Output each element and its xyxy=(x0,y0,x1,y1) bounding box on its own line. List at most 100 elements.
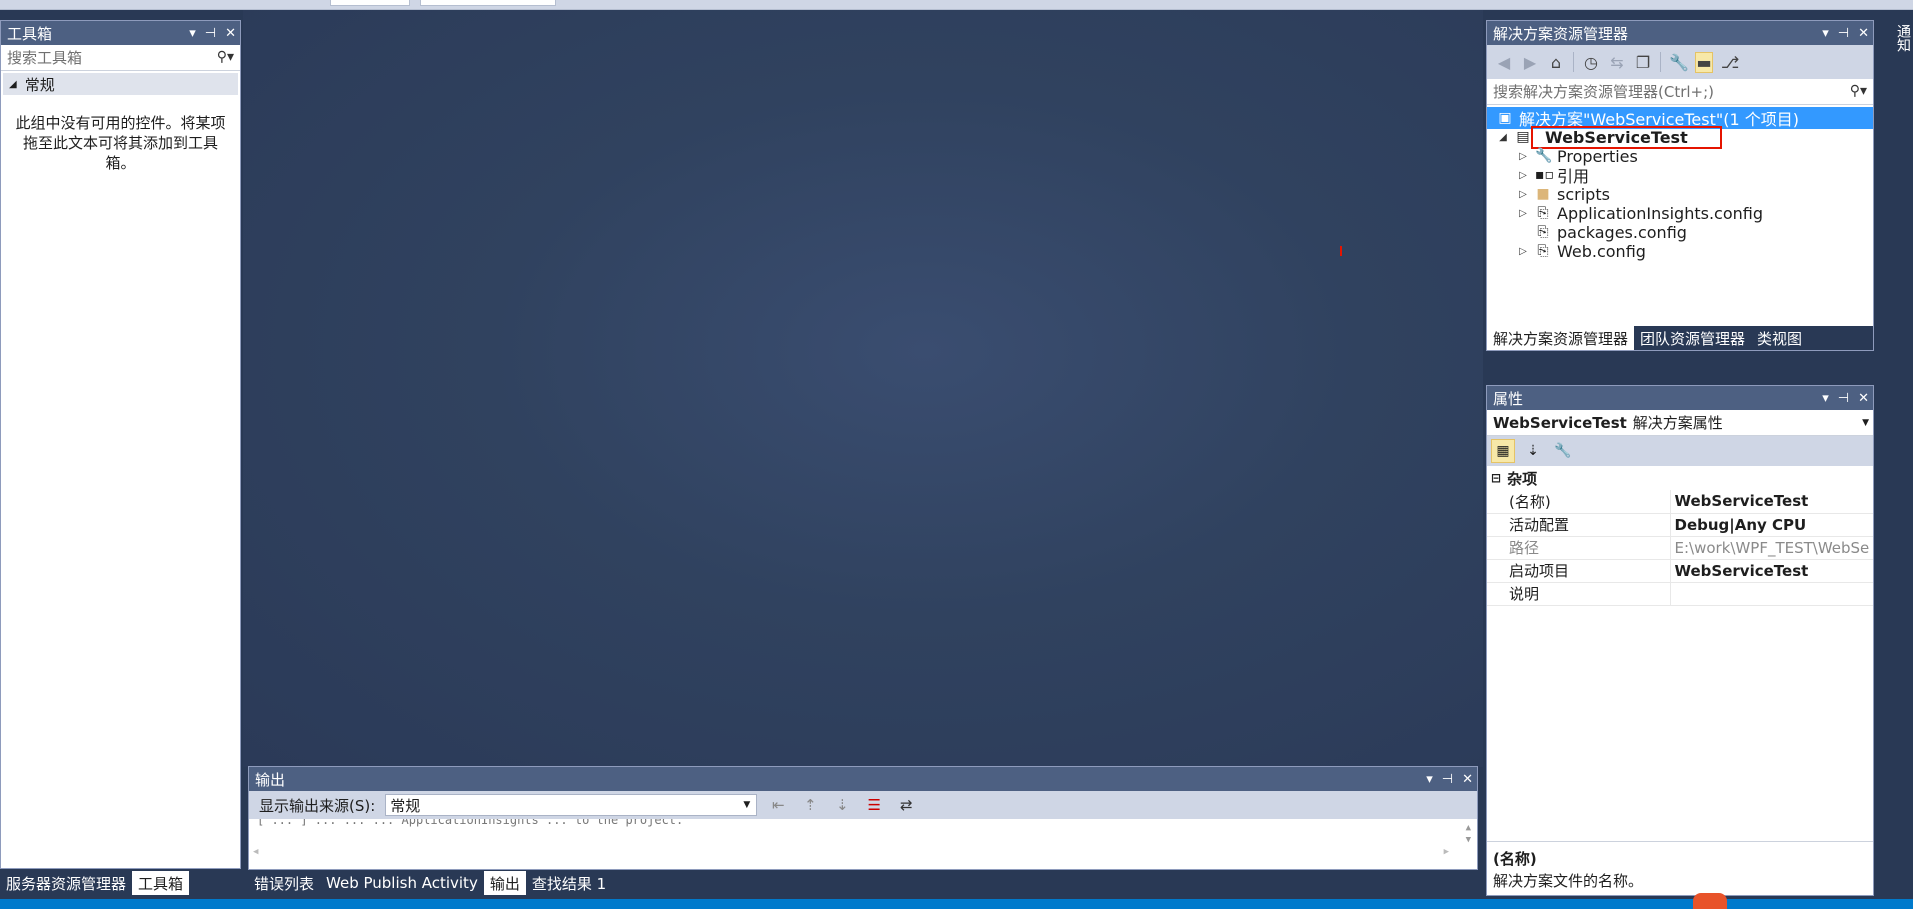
tab-error-list[interactable]: 错误列表 xyxy=(248,871,320,895)
object-selector-dropdown[interactable]: WebServiceTest 解决方案属性 ▼ xyxy=(1487,410,1873,436)
property-row[interactable]: (名称) WebServiceTest xyxy=(1487,490,1873,514)
toolbox-search-input[interactable]: 搜索工具箱 ⚲▾ xyxy=(1,45,240,71)
preview-icon[interactable]: ▬ xyxy=(1695,51,1713,73)
tab-team-explorer[interactable]: 团队资源管理器 xyxy=(1634,326,1751,350)
tab-class-view[interactable]: 类视图 xyxy=(1751,326,1808,350)
collapsed-arrow-icon[interactable]: ▷ xyxy=(1517,189,1529,200)
dropdown-arrow-icon[interactable]: ▾ xyxy=(189,26,196,41)
solution-config-dropdown[interactable] xyxy=(330,0,410,6)
categorized-icon[interactable]: ▦ xyxy=(1491,439,1515,463)
property-row[interactable]: 路径 E:\work\WPF_TEST\WebSe xyxy=(1487,536,1873,560)
tab-output[interactable]: 输出 xyxy=(483,871,526,895)
close-icon[interactable]: ✕ xyxy=(1858,391,1869,406)
history-icon[interactable]: ◷ xyxy=(1582,53,1600,72)
scroll-right-icon[interactable]: ▶ xyxy=(1444,847,1449,857)
property-value[interactable]: E:\work\WPF_TEST\WebSe xyxy=(1670,536,1873,560)
scroll-up-icon[interactable]: ▲ xyxy=(1466,823,1471,833)
close-icon[interactable]: ✕ xyxy=(225,26,236,41)
output-source-dropdown[interactable]: 常规 ▼ xyxy=(385,794,758,816)
pin-icon[interactable]: ⊣ xyxy=(1838,26,1849,41)
property-pages-icon[interactable]: 🔧 xyxy=(1551,439,1575,463)
input-method-icon[interactable] xyxy=(1693,893,1727,909)
editor-area xyxy=(243,10,1483,767)
solution-platform-dropdown[interactable] xyxy=(420,0,556,6)
property-grid: (名称) WebServiceTest 活动配置 Debug|Any CPU 路… xyxy=(1487,490,1873,606)
next-message-icon[interactable]: ⇣ xyxy=(831,796,853,814)
description-title: (名称) xyxy=(1493,850,1537,868)
collapsed-arrow-icon[interactable]: ▷ xyxy=(1517,208,1529,219)
tree-item-label: ApplicationInsights.config xyxy=(1557,203,1763,223)
collapse-triangle-icon[interactable]: ◢ xyxy=(9,79,17,90)
close-icon[interactable]: ✕ xyxy=(1858,26,1869,41)
property-row[interactable]: 启动项目 WebServiceTest xyxy=(1487,559,1873,583)
toolbox-panel: 工具箱 ▾ ⊣ ✕ 搜索工具箱 ⚲▾ ◢ 常规 此组中没有可用的控件。将某项拖至… xyxy=(0,20,241,869)
collapse-box-icon[interactable]: ⊟ xyxy=(1491,471,1501,485)
properties-wrench-icon[interactable]: 🔧 xyxy=(1669,53,1689,72)
home-icon[interactable]: ⌂ xyxy=(1547,53,1565,72)
toolbox-group-general[interactable]: ◢ 常规 xyxy=(3,73,238,95)
sync-icon[interactable]: ⇆ xyxy=(1608,53,1626,72)
scroll-down-icon[interactable]: ▼ xyxy=(1466,835,1471,845)
tree-item-web-config[interactable]: ▷ ⎘ Web.config xyxy=(1517,240,1646,262)
solution-explorer-toolbar: ◀ ▶ ⌂ ◷ ⇆ ❐ 🔧 ▬ ⎇ xyxy=(1487,45,1873,79)
collapsed-arrow-icon[interactable]: ▷ xyxy=(1517,246,1529,257)
property-value[interactable]: Debug|Any CPU xyxy=(1670,513,1873,537)
notifications-tab[interactable]: 通知 xyxy=(1876,20,1913,80)
solution-tree: ▣ 解决方案"WebServiceTest"(1 个项目) ◢ ▤ WebSer… xyxy=(1487,105,1873,299)
web-project-icon: ▤ xyxy=(1516,129,1530,145)
pin-icon[interactable]: ⊣ xyxy=(1442,772,1453,787)
tree-item-label: packages.config xyxy=(1557,222,1687,242)
pin-icon[interactable]: ⊣ xyxy=(205,26,216,41)
tab-web-publish-activity[interactable]: Web Publish Activity xyxy=(320,871,484,895)
tree-item-label: Web.config xyxy=(1557,241,1646,261)
output-text-area[interactable]: [ ... ] ... ... ... ApplicationInsights … xyxy=(249,819,1477,867)
alphabetical-icon[interactable]: ⇣ xyxy=(1521,439,1545,463)
property-row[interactable]: 活动配置 Debug|Any CPU xyxy=(1487,513,1873,537)
solution-explorer-tabs: 解决方案资源管理器 团队资源管理器 类视图 xyxy=(1487,326,1873,350)
scroll-left-icon[interactable]: ◀ xyxy=(253,847,258,857)
word-wrap-icon[interactable]: ⇄ xyxy=(895,796,917,814)
previous-message-icon[interactable]: ⇡ xyxy=(799,796,821,814)
dropdown-arrow-icon[interactable]: ▾ xyxy=(1822,391,1829,406)
collapsed-arrow-icon[interactable]: ▷ xyxy=(1517,151,1529,162)
tab-server-explorer[interactable]: 服务器资源管理器 xyxy=(0,871,132,895)
collapse-all-icon[interactable]: ❐ xyxy=(1634,53,1652,72)
class-diagram-icon[interactable]: ⎇ xyxy=(1721,53,1739,72)
tab-toolbox[interactable]: 工具箱 xyxy=(132,871,190,895)
close-icon[interactable]: ✕ xyxy=(1462,772,1473,787)
property-value[interactable] xyxy=(1670,582,1873,606)
back-icon[interactable]: ◀ xyxy=(1495,53,1513,72)
properties-panel: 属性 ▾ ⊣ ✕ WebServiceTest 解决方案属性 ▼ ▦ ⇣ 🔧 ⊟… xyxy=(1486,385,1874,896)
solution-explorer-title-bar: 解决方案资源管理器 ▾ ⊣ ✕ xyxy=(1487,21,1873,45)
pin-icon[interactable]: ⊣ xyxy=(1838,391,1849,406)
category-header[interactable]: ⊟ 杂项 xyxy=(1487,466,1873,490)
toolbox-title-bar: 工具箱 ▾ ⊣ ✕ xyxy=(1,21,240,45)
tab-solution-explorer[interactable]: 解决方案资源管理器 xyxy=(1487,326,1635,350)
folder-icon: ■ xyxy=(1536,186,1550,202)
property-value[interactable]: WebServiceTest xyxy=(1670,559,1873,583)
dropdown-arrow-icon[interactable]: ▾ xyxy=(1426,772,1433,787)
property-description: (名称) 解决方案文件的名称。 xyxy=(1487,841,1873,895)
forward-icon[interactable]: ▶ xyxy=(1521,53,1539,72)
left-bottom-tabs: 服务器资源管理器 工具箱 xyxy=(0,871,241,895)
dropdown-arrow-icon[interactable]: ▾ xyxy=(1822,26,1829,41)
output-panel: 输出 ▾ ⊣ ✕ 显示输出来源(S): 常规 ▼ ⇤ ⇡ ⇣ ☰ ⇄ [ ...… xyxy=(248,766,1478,870)
tab-find-results[interactable]: 查找结果 1 xyxy=(526,871,612,895)
property-row[interactable]: 说明 xyxy=(1487,582,1873,606)
find-message-icon[interactable]: ⇤ xyxy=(767,796,789,814)
dropdown-arrow-icon[interactable]: ▼ xyxy=(1862,418,1869,428)
output-source-label: 显示输出来源(S): xyxy=(259,796,376,815)
dropdown-arrow-icon[interactable]: ▼ xyxy=(743,800,750,810)
toolbox-search-placeholder: 搜索工具箱 xyxy=(7,49,83,67)
solution-search-input[interactable]: 搜索解决方案资源管理器(Ctrl+;) ⚲▾ xyxy=(1487,79,1873,105)
expanded-arrow-icon[interactable]: ◢ xyxy=(1497,132,1509,143)
clear-all-icon[interactable]: ☰ xyxy=(863,796,885,814)
collapsed-arrow-icon[interactable]: ▷ xyxy=(1517,170,1529,181)
object-type: 解决方案属性 xyxy=(1632,414,1723,432)
property-value[interactable]: WebServiceTest xyxy=(1670,490,1873,514)
toolbar-separator xyxy=(1660,52,1661,72)
search-icon[interactable]: ⚲▾ xyxy=(217,49,234,65)
search-icon[interactable]: ⚲▾ xyxy=(1850,83,1867,99)
output-source-value: 常规 xyxy=(390,796,421,815)
property-name: 路径 xyxy=(1487,536,1671,560)
